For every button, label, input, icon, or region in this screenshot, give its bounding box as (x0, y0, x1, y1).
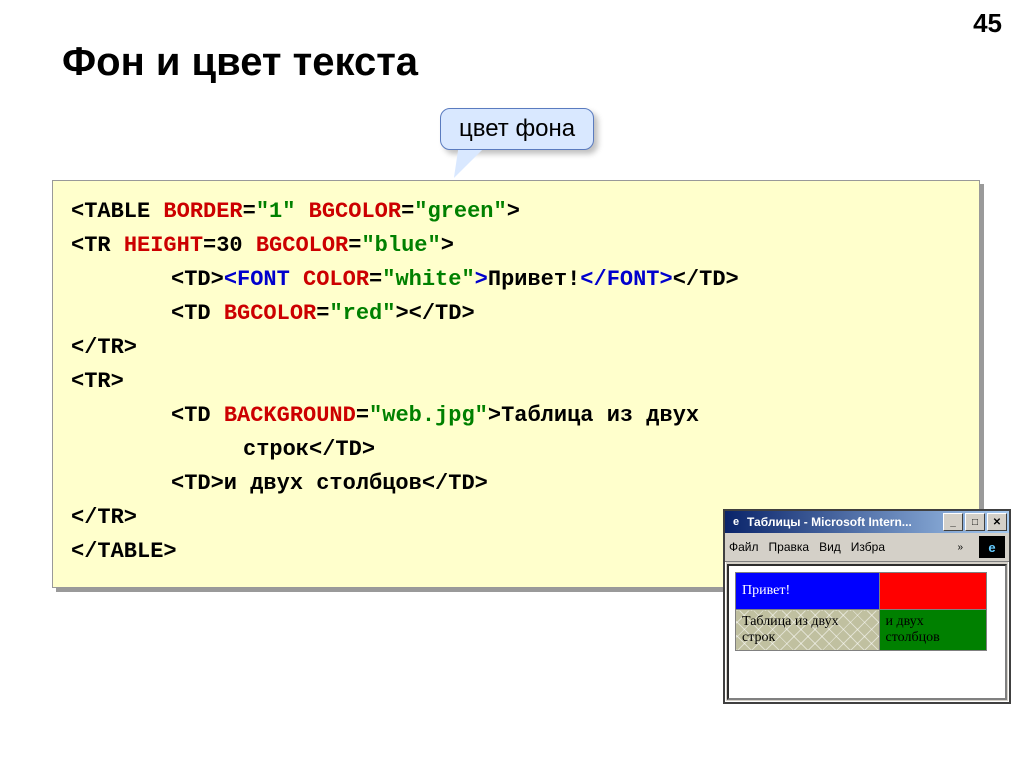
menubar: Файл Правка Вид Избра » e (725, 533, 1009, 562)
callout-tail (442, 150, 482, 178)
menu-edit[interactable]: Правка (769, 540, 810, 554)
ie-logo-icon: e (979, 536, 1005, 558)
code-line: <TD><FONT COLOR="white">Привет!</FONT></… (71, 263, 961, 297)
cell-web-bg: Таблица из двух строк (736, 610, 880, 651)
menu-view[interactable]: Вид (819, 540, 841, 554)
cell-red (879, 573, 986, 610)
code-line: строк</TD> (71, 433, 961, 467)
code-line: <TR HEIGHT=30 BGCOLOR="blue"> (71, 229, 961, 263)
code-line: </TR> (71, 331, 961, 365)
close-button[interactable]: ✕ (987, 513, 1007, 531)
page-title: Фон и цвет текста (62, 40, 418, 85)
menu-file[interactable]: Файл (729, 540, 759, 554)
code-line: <TABLE BORDER="1" BGCOLOR="green"> (71, 195, 961, 229)
minimize-button[interactable]: _ (943, 513, 963, 531)
code-line: <TD>и двух столбцов</TD> (71, 467, 961, 501)
browser-content: Привет! Таблица из двух строк и двух сто… (727, 564, 1007, 700)
code-line: <TD BACKGROUND="web.jpg">Таблица из двух (71, 399, 961, 433)
callout-bgcolor: цвет фона (440, 108, 594, 150)
code-line: <TD BGCOLOR="red"></TD> (71, 297, 961, 331)
maximize-button[interactable]: □ (965, 513, 985, 531)
ie-icon: e (729, 515, 743, 529)
titlebar: e Таблицы - Microsoft Intern... _ □ ✕ (725, 511, 1009, 533)
cell-hello: Привет! (736, 573, 880, 610)
page-number: 45 (973, 8, 1002, 39)
table-row: Таблица из двух строк и двух столбцов (736, 610, 987, 651)
code-line: <TR> (71, 365, 961, 399)
table-row: Привет! (736, 573, 987, 610)
cell-green: и двух столбцов (879, 610, 986, 651)
demo-table: Привет! Таблица из двух строк и двух сто… (735, 572, 987, 651)
window-title: Таблицы - Microsoft Intern... (747, 515, 943, 529)
menu-favorites[interactable]: Избра (851, 540, 885, 554)
browser-window: e Таблицы - Microsoft Intern... _ □ ✕ Фа… (723, 509, 1011, 704)
chevron-right-icon[interactable]: » (957, 542, 963, 553)
